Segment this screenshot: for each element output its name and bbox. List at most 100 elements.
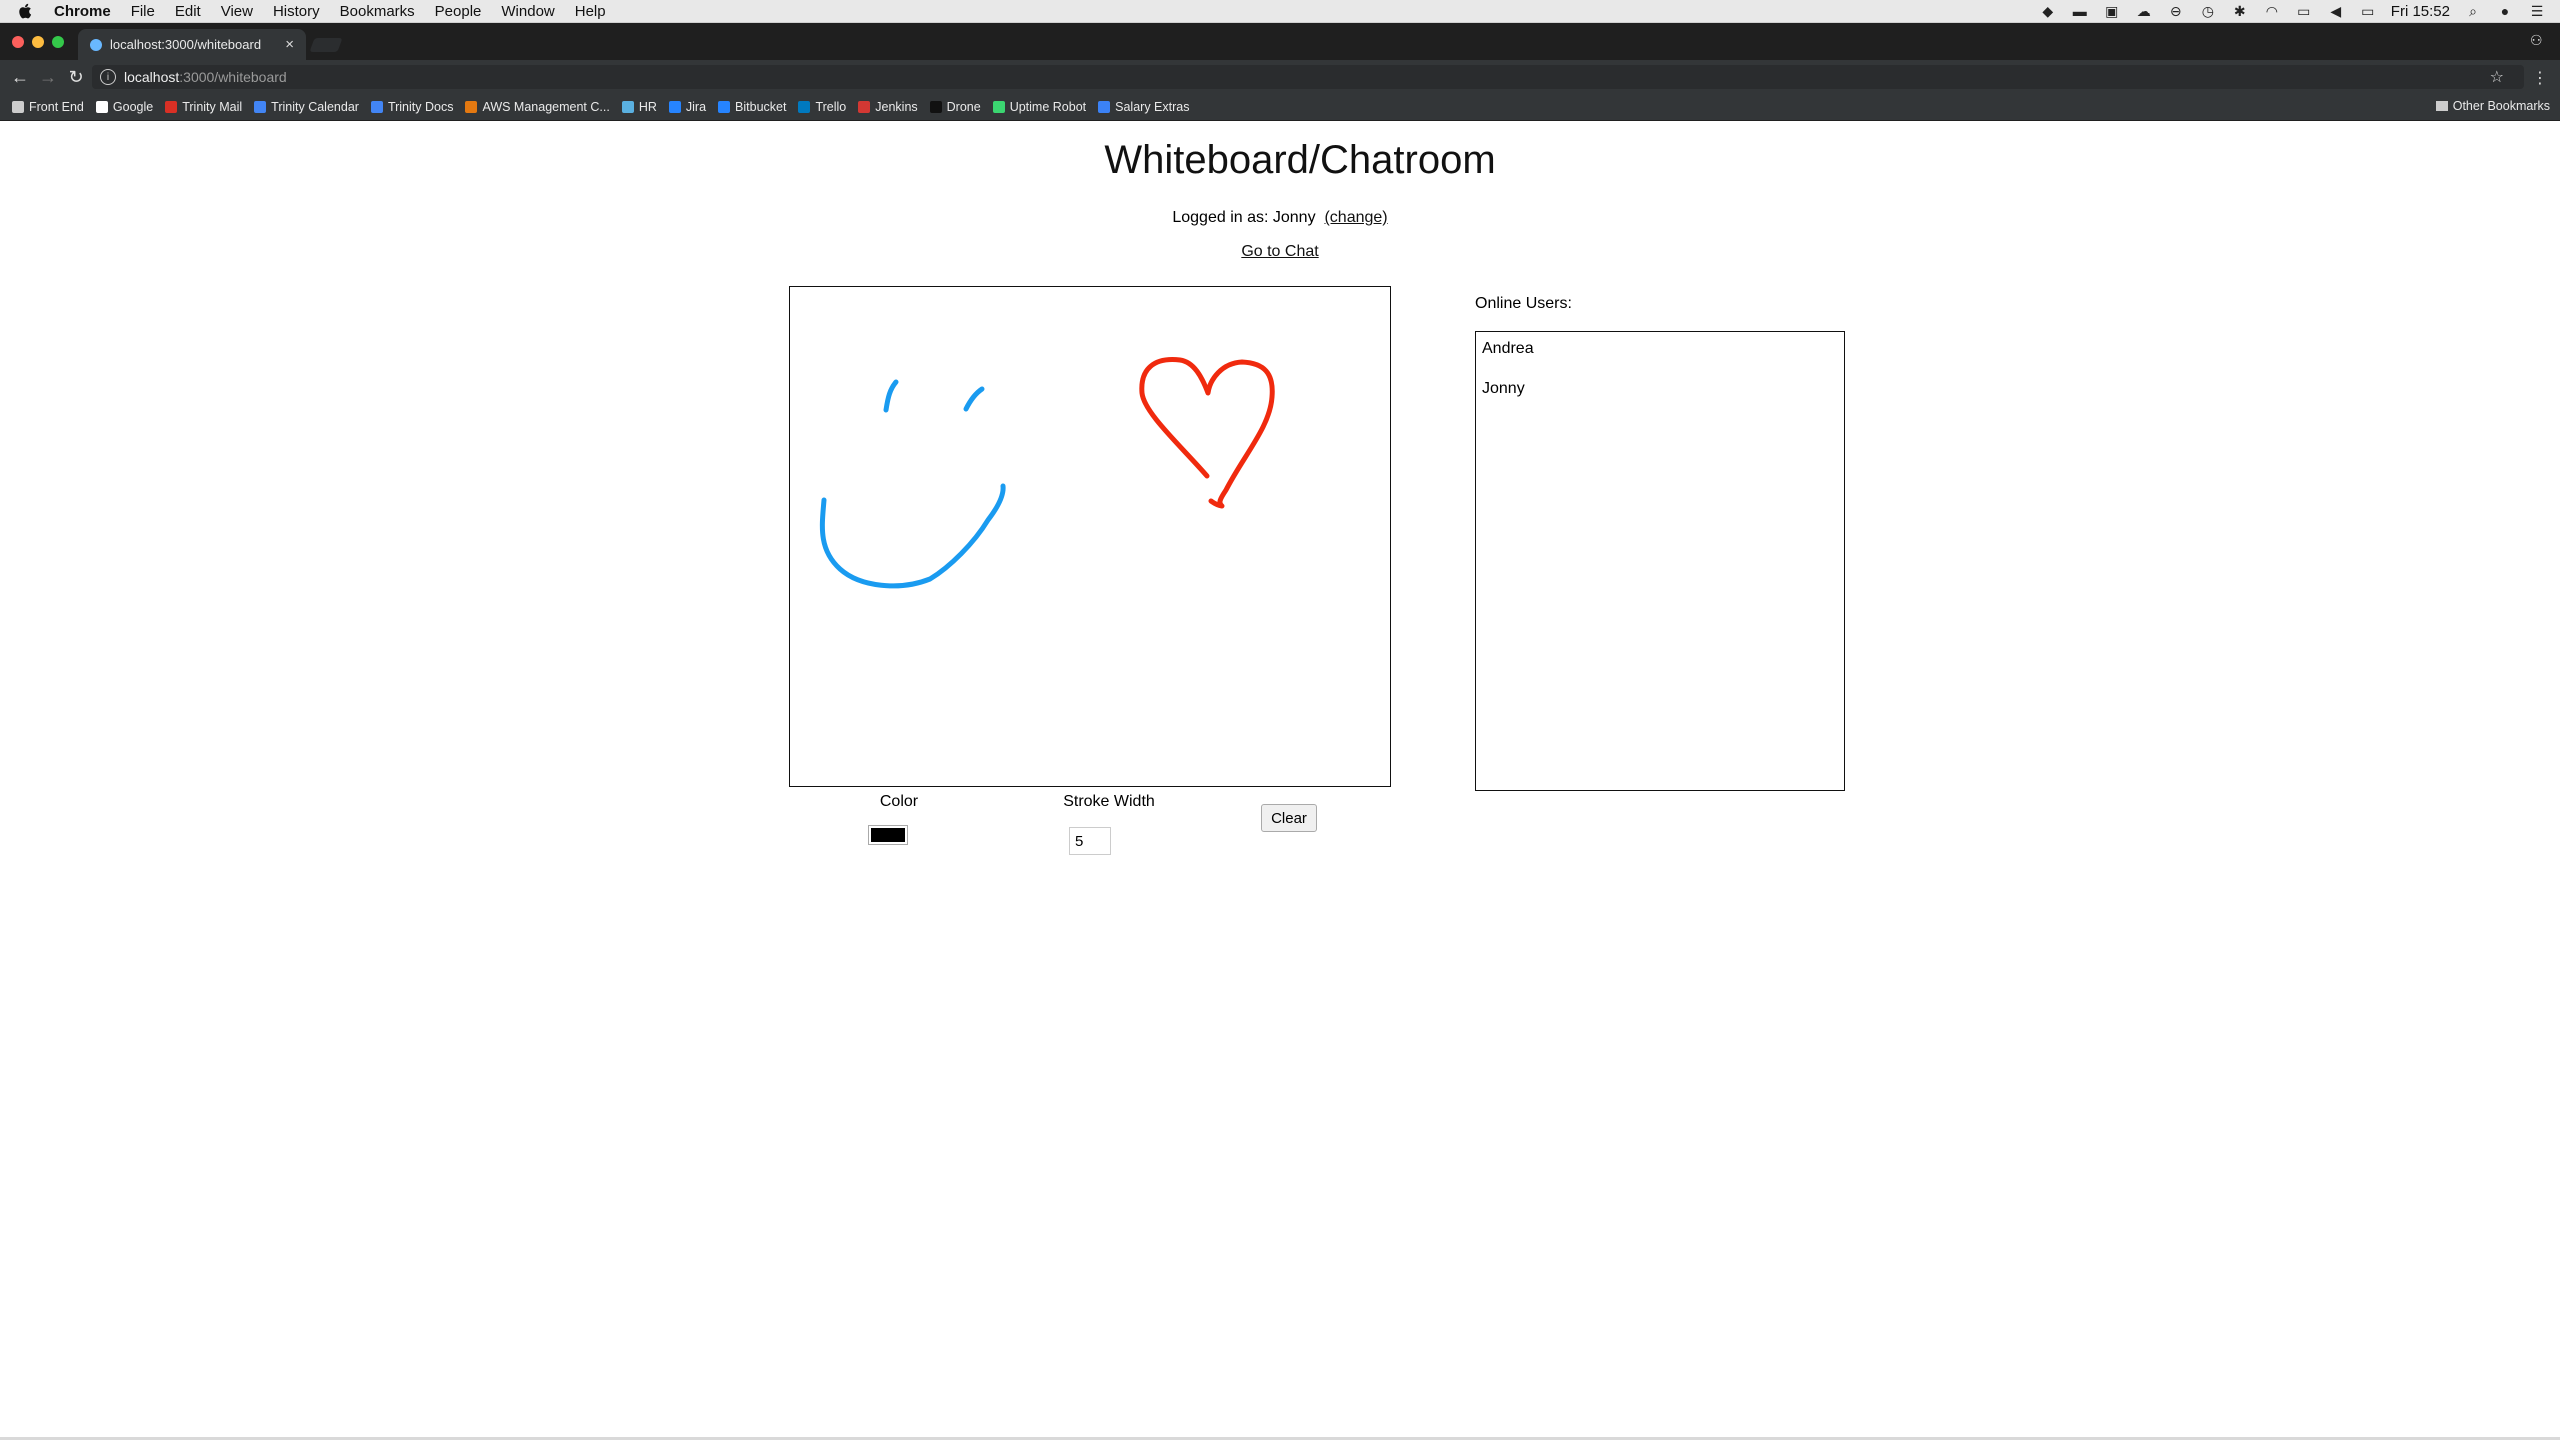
browser-tab[interactable]: localhost:3000/whiteboard × [78,29,306,60]
bookmarks-bar: Front End Google Trinity Mail Trinity Calen… [0,94,2560,121]
bookmark-label: Uptime Robot [1010,100,1086,114]
battery-icon[interactable]: ▭ [2359,3,2377,19]
bookmark-google[interactable]: Google [96,100,153,114]
menu-view[interactable]: View [221,3,253,20]
bookmark-trinity-mail[interactable]: Trinity Mail [165,100,242,114]
menu-people[interactable]: People [435,3,482,20]
color-picker-swatch [871,828,905,842]
bookmark-jenkins[interactable]: Jenkins [858,100,917,114]
bitbucket-icon [718,101,730,113]
other-bookmarks-label: Other Bookmarks [2453,99,2550,113]
bookmark-label: Google [113,100,153,114]
menu-file[interactable]: File [131,3,155,20]
forward-icon[interactable]: → [34,67,62,88]
window-zoom-icon[interactable] [52,36,64,48]
color-picker[interactable] [868,825,908,845]
screen-icon[interactable]: ▣ [2103,3,2121,19]
bookmark-aws-management-c[interactable]: AWS Management C... [465,100,609,114]
docs-icon [371,101,383,113]
bookmark-label: HR [639,100,657,114]
bookmark-uptime-robot[interactable]: Uptime Robot [993,100,1086,114]
chrome-menu-icon[interactable]: ⋮ [2532,68,2548,88]
menubar-status-area: ◆ ▬ ▣ ☁ ⊖ ◷ ✱ ◠ ▭ ◀ ▭ Fri 15:52 ⌕ ● ☰ [2039,0,2546,22]
other-bookmarks[interactable]: Other Bookmarks [2436,99,2550,113]
new-tab-button[interactable] [309,38,342,52]
bookmark-label: Trello [815,100,846,114]
page-title: Whiteboard/Chatroom [0,138,2560,183]
window-minimize-icon[interactable] [32,36,44,48]
stroke-width-label: Stroke Width [1039,793,1179,811]
dropbox-icon[interactable]: ◆ [2039,3,2057,19]
incognito-profile-icon[interactable]: ⚇ [2530,32,2548,50]
do-not-disturb-icon[interactable]: ⊖ [2167,3,2185,19]
time-machine-icon[interactable]: ◷ [2199,3,2217,19]
mail-icon [165,101,177,113]
bookmark-label: Trinity Calendar [271,100,359,114]
macos-menubar: Chrome File Edit View History Bookmarks … [0,0,2560,23]
salary-icon [1098,101,1110,113]
bluetooth-icon[interactable]: ✱ [2231,3,2249,19]
menu-window[interactable]: Window [501,3,554,20]
bookmark-trinity-docs[interactable]: Trinity Docs [371,100,454,114]
airplay-icon[interactable]: ▭ [2295,3,2313,19]
logged-in-text: Logged in as: Jonny [1172,209,1315,226]
login-status: Logged in as: Jonny (change) [0,209,2560,227]
bookmark-label: Bitbucket [735,100,786,114]
menu-bookmarks[interactable]: Bookmarks [340,3,415,20]
online-users-list: Andrea Jonny [1475,331,1845,791]
reload-icon[interactable]: ↻ [62,67,90,88]
go-to-chat-row: Go to Chat [0,243,2560,261]
online-user-item: Andrea [1482,340,1534,358]
menu-app-name[interactable]: Chrome [54,3,111,20]
apple-icon[interactable] [18,1,38,21]
jira-icon [669,101,681,113]
clear-button[interactable]: Clear [1261,804,1317,832]
drone-icon [930,101,942,113]
url-path: :3000/whiteboard [179,69,286,85]
change-user-link[interactable]: (change) [1324,209,1387,226]
site-info-icon[interactable]: i [100,69,116,85]
menu-history[interactable]: History [273,3,320,20]
wifi-icon[interactable]: ◠ [2263,3,2281,19]
drawn-stroke-left-eye [886,382,896,410]
menubar-clock[interactable]: Fri 15:52 [2391,3,2450,20]
address-bar[interactable]: i localhost:3000/whiteboard ☆ [92,65,2524,89]
hr-icon [622,101,634,113]
tab-close-icon[interactable]: × [285,36,294,53]
chrome-toolbar: ← → ↻ i localhost:3000/whiteboard ☆ ⋮ [0,60,2560,94]
go-to-chat-link[interactable]: Go to Chat [1241,243,1318,260]
bookmark-front-end[interactable]: Front End [12,100,84,114]
stroke-width-input[interactable] [1069,827,1111,855]
cloud-icon[interactable]: ☁ [2135,3,2153,19]
bookmark-label: AWS Management C... [482,100,609,114]
bookmark-salary-extras[interactable]: Salary Extras [1098,100,1189,114]
trello-icon [798,101,810,113]
bookmark-jira[interactable]: Jira [669,100,706,114]
online-users-label: Online Users: [1475,295,1572,313]
bookmark-label: Trinity Mail [182,100,242,114]
online-user-item: Jonny [1482,380,1525,398]
bookmark-trinity-calendar[interactable]: Trinity Calendar [254,100,359,114]
menu-edit[interactable]: Edit [175,3,201,20]
react-favicon-icon [90,39,102,51]
folder-icon [2436,101,2448,111]
calendar-icon [254,101,266,113]
bookmark-bitbucket[interactable]: Bitbucket [718,100,786,114]
bookmark-label: Trinity Docs [388,100,454,114]
siri-icon[interactable]: ● [2496,3,2514,19]
spotlight-icon[interactable]: ⌕ [2464,3,2482,19]
bookmark-label: Jenkins [875,100,917,114]
color-label: Color [869,793,929,811]
bookmark-drone[interactable]: Drone [930,100,981,114]
notification-center-icon[interactable]: ☰ [2528,3,2546,19]
bookmark-star-icon[interactable]: ☆ [2490,67,2504,87]
window-close-icon[interactable] [12,36,24,48]
bookmark-hr[interactable]: HR [622,100,657,114]
whiteboard-canvas[interactable] [789,286,1391,787]
docker-icon[interactable]: ▬ [2071,3,2089,19]
volume-icon[interactable]: ◀ [2327,3,2345,19]
back-icon[interactable]: ← [6,67,34,88]
bookmark-trello[interactable]: Trello [798,100,846,114]
menu-help[interactable]: Help [575,3,606,20]
folder-icon [12,101,24,113]
